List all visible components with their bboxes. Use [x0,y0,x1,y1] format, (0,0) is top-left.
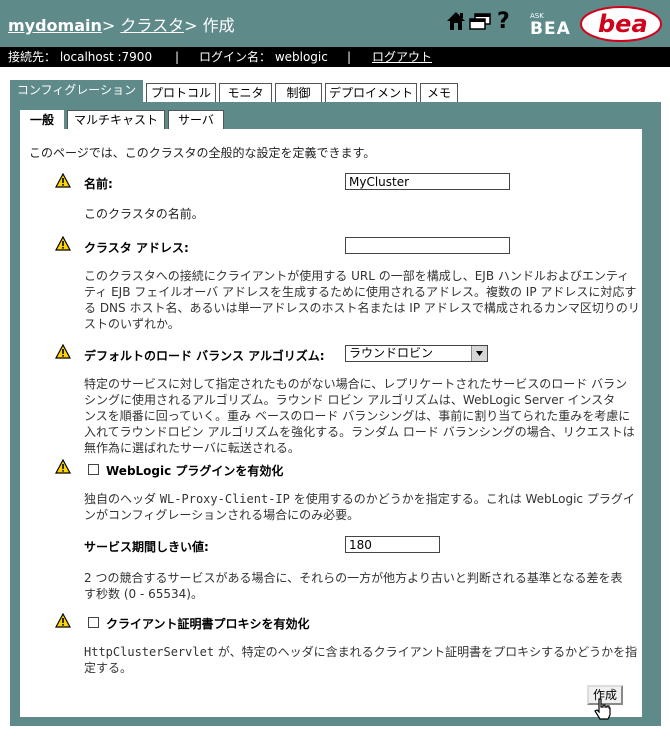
desc-line: 特定のサービスに対して指定されたものがない場合に、レプリケートされたサービスのロ… [84,377,628,391]
status-separator: | [347,50,352,64]
weblogic-plugin-description: 独自のヘッダ WL-Proxy-Client-IP を使用するのかどうかを指定す… [84,491,635,523]
load-balance-select[interactable]: ラウンドロビン [345,345,488,362]
cluster-address-field[interactable] [345,237,510,254]
subtab-servers[interactable]: サーバ [168,110,224,129]
tab-deployment[interactable]: デプロイメント [325,83,417,102]
desc-line: 2 つの競合するサービスがある場合に、それらの一方が他方より古いと判断される基準… [84,571,623,585]
status-separator: | [175,50,180,64]
connection-info: 接続先： localhost :7900 [8,50,153,64]
client-cert-proxy-description: HttpClusterServlet が、特定のヘッダに含まれるクライアント証明… [84,644,637,676]
cluster-address-description: このクラスタへの接続にクライアントが使用する URL の一部を構成し、EJB ハ… [84,268,640,332]
desc-text: 独自のヘッダ [84,492,160,506]
desc-line: ストのいずれか。 [84,317,180,331]
client-cert-proxy-checkbox[interactable] [88,617,99,628]
tab-configuration[interactable]: コンフィグレーション [10,80,143,103]
bea-logo-text: bea [598,10,648,38]
cluster-address-label: クラスタ アドレス: [84,241,189,255]
subtab-multicast[interactable]: マルチキャスト [67,110,165,129]
name-field[interactable] [345,173,510,190]
page-title: 作成 [202,16,235,35]
desc-line: 入れてラウンドロビン アルゴリズムを強化する。ランダム ロード バランシングの場… [84,425,635,439]
desc-line: ンがコンフィグレーションされる場合にのみ必要。 [84,508,360,522]
tab-protocol[interactable]: プロトコル [146,83,216,102]
breadcrumb-domain-link[interactable]: mydomain [8,16,102,35]
login-info: ログイン名： weblogic [199,50,328,64]
desc-line: 定する。 [84,661,133,675]
home-icon[interactable] [446,11,466,31]
subtab-general[interactable]: 一般 [20,110,64,131]
ask-bea-link[interactable]: BEA [530,19,571,39]
load-balance-selected: ラウンドロビン [349,346,434,360]
warning-icon [55,173,71,188]
warning-icon [55,236,71,251]
warning-icon [55,613,71,628]
header-bar: mydomain> クラスタ> 作成 ? ASK BEA bea [0,0,670,47]
breadcrumb-separator: > [184,16,198,35]
tab-control[interactable]: 制御 [275,83,322,102]
bea-logo-icon: bea [580,6,662,42]
desc-line: 無作為に選ばれたサーバに転送される。 [84,441,300,455]
desc-line: ティ EJB フェイルオーバ アドレスを生成するために使用されるアドレス。複数の… [84,285,637,299]
warning-icon [55,459,71,474]
dropdown-arrow-icon[interactable] [471,346,487,361]
desc-line: HttpClusterServlet が、特定のヘッダに含まれるクライアント証明… [84,644,637,660]
service-age-description: 2 つの競合するサービスがある場合に、それらの一方が他方より古いと判断される基準… [84,570,629,602]
name-description: このクラスタの名前。 [84,207,204,221]
breadcrumb-cluster-link[interactable]: クラスタ [120,16,184,35]
load-balance-description: 特定のサービスに対して指定されたものがない場合に、レプリケートされたサービスのロ… [84,376,635,456]
desc-line: 独自のヘッダ WL-Proxy-Client-IP を使用するのかどうかを指定す… [84,491,635,507]
load-balance-label: デフォルトのロード バランス アルゴリズム: [84,349,325,363]
service-age-field[interactable] [345,536,440,553]
desc-code: WL-Proxy-Client-IP [159,492,290,506]
status-bar: 接続先： localhost :7900 | ログイン名： weblogic |… [0,47,670,67]
desc-line: す秒数 (0 - 65534)。 [84,587,203,601]
desc-code: HttpClusterServlet [84,645,215,659]
desc-text: が、特定のヘッダに含まれるクライアント証明書をプロキシするかどうかを指 [214,645,638,659]
tab-notes[interactable]: メモ [420,83,458,102]
logout-link[interactable]: ログアウト [372,47,432,67]
weblogic-plugin-label: WebLogic プラグインを有効化 [106,464,284,478]
windows-icon[interactable] [469,13,491,30]
desc-line: る DNS ホスト名、あるいは単一アドレスのホスト名または IP アドレスで構成… [84,301,640,315]
breadcrumb: mydomain> クラスタ> 作成 [8,12,235,36]
svg-text:?: ? [497,10,510,32]
desc-line: シングに使用されるアルゴリズム。ラウンド ロビン アルゴリズムは、WebLogi… [84,393,616,407]
intro-text: このページでは、このクラスタの全般的な設定を定義できます。 [29,146,376,160]
hand-cursor-icon [594,698,611,720]
weblogic-plugin-checkbox[interactable] [88,464,99,475]
desc-line: このクラスタへの接続にクライアントが使用する URL の一部を構成し、EJB ハ… [84,269,630,283]
service-age-label: サービス期間しきい値: [84,540,209,554]
name-label: 名前: [84,177,113,191]
help-icon[interactable]: ? [496,10,512,32]
desc-line: ンスを順番に回っていく。重み ベースのロード バランシングは、事前に割り当てられ… [84,409,631,423]
client-cert-proxy-label: クライアント証明書プロキシを有効化 [106,617,310,631]
warning-icon [55,344,71,359]
desc-text: を使用するのかどうかを指定する。これは WebLogic プラグイ [289,492,635,506]
breadcrumb-separator: > [101,16,116,35]
tab-monitor[interactable]: モニタ [219,83,272,102]
